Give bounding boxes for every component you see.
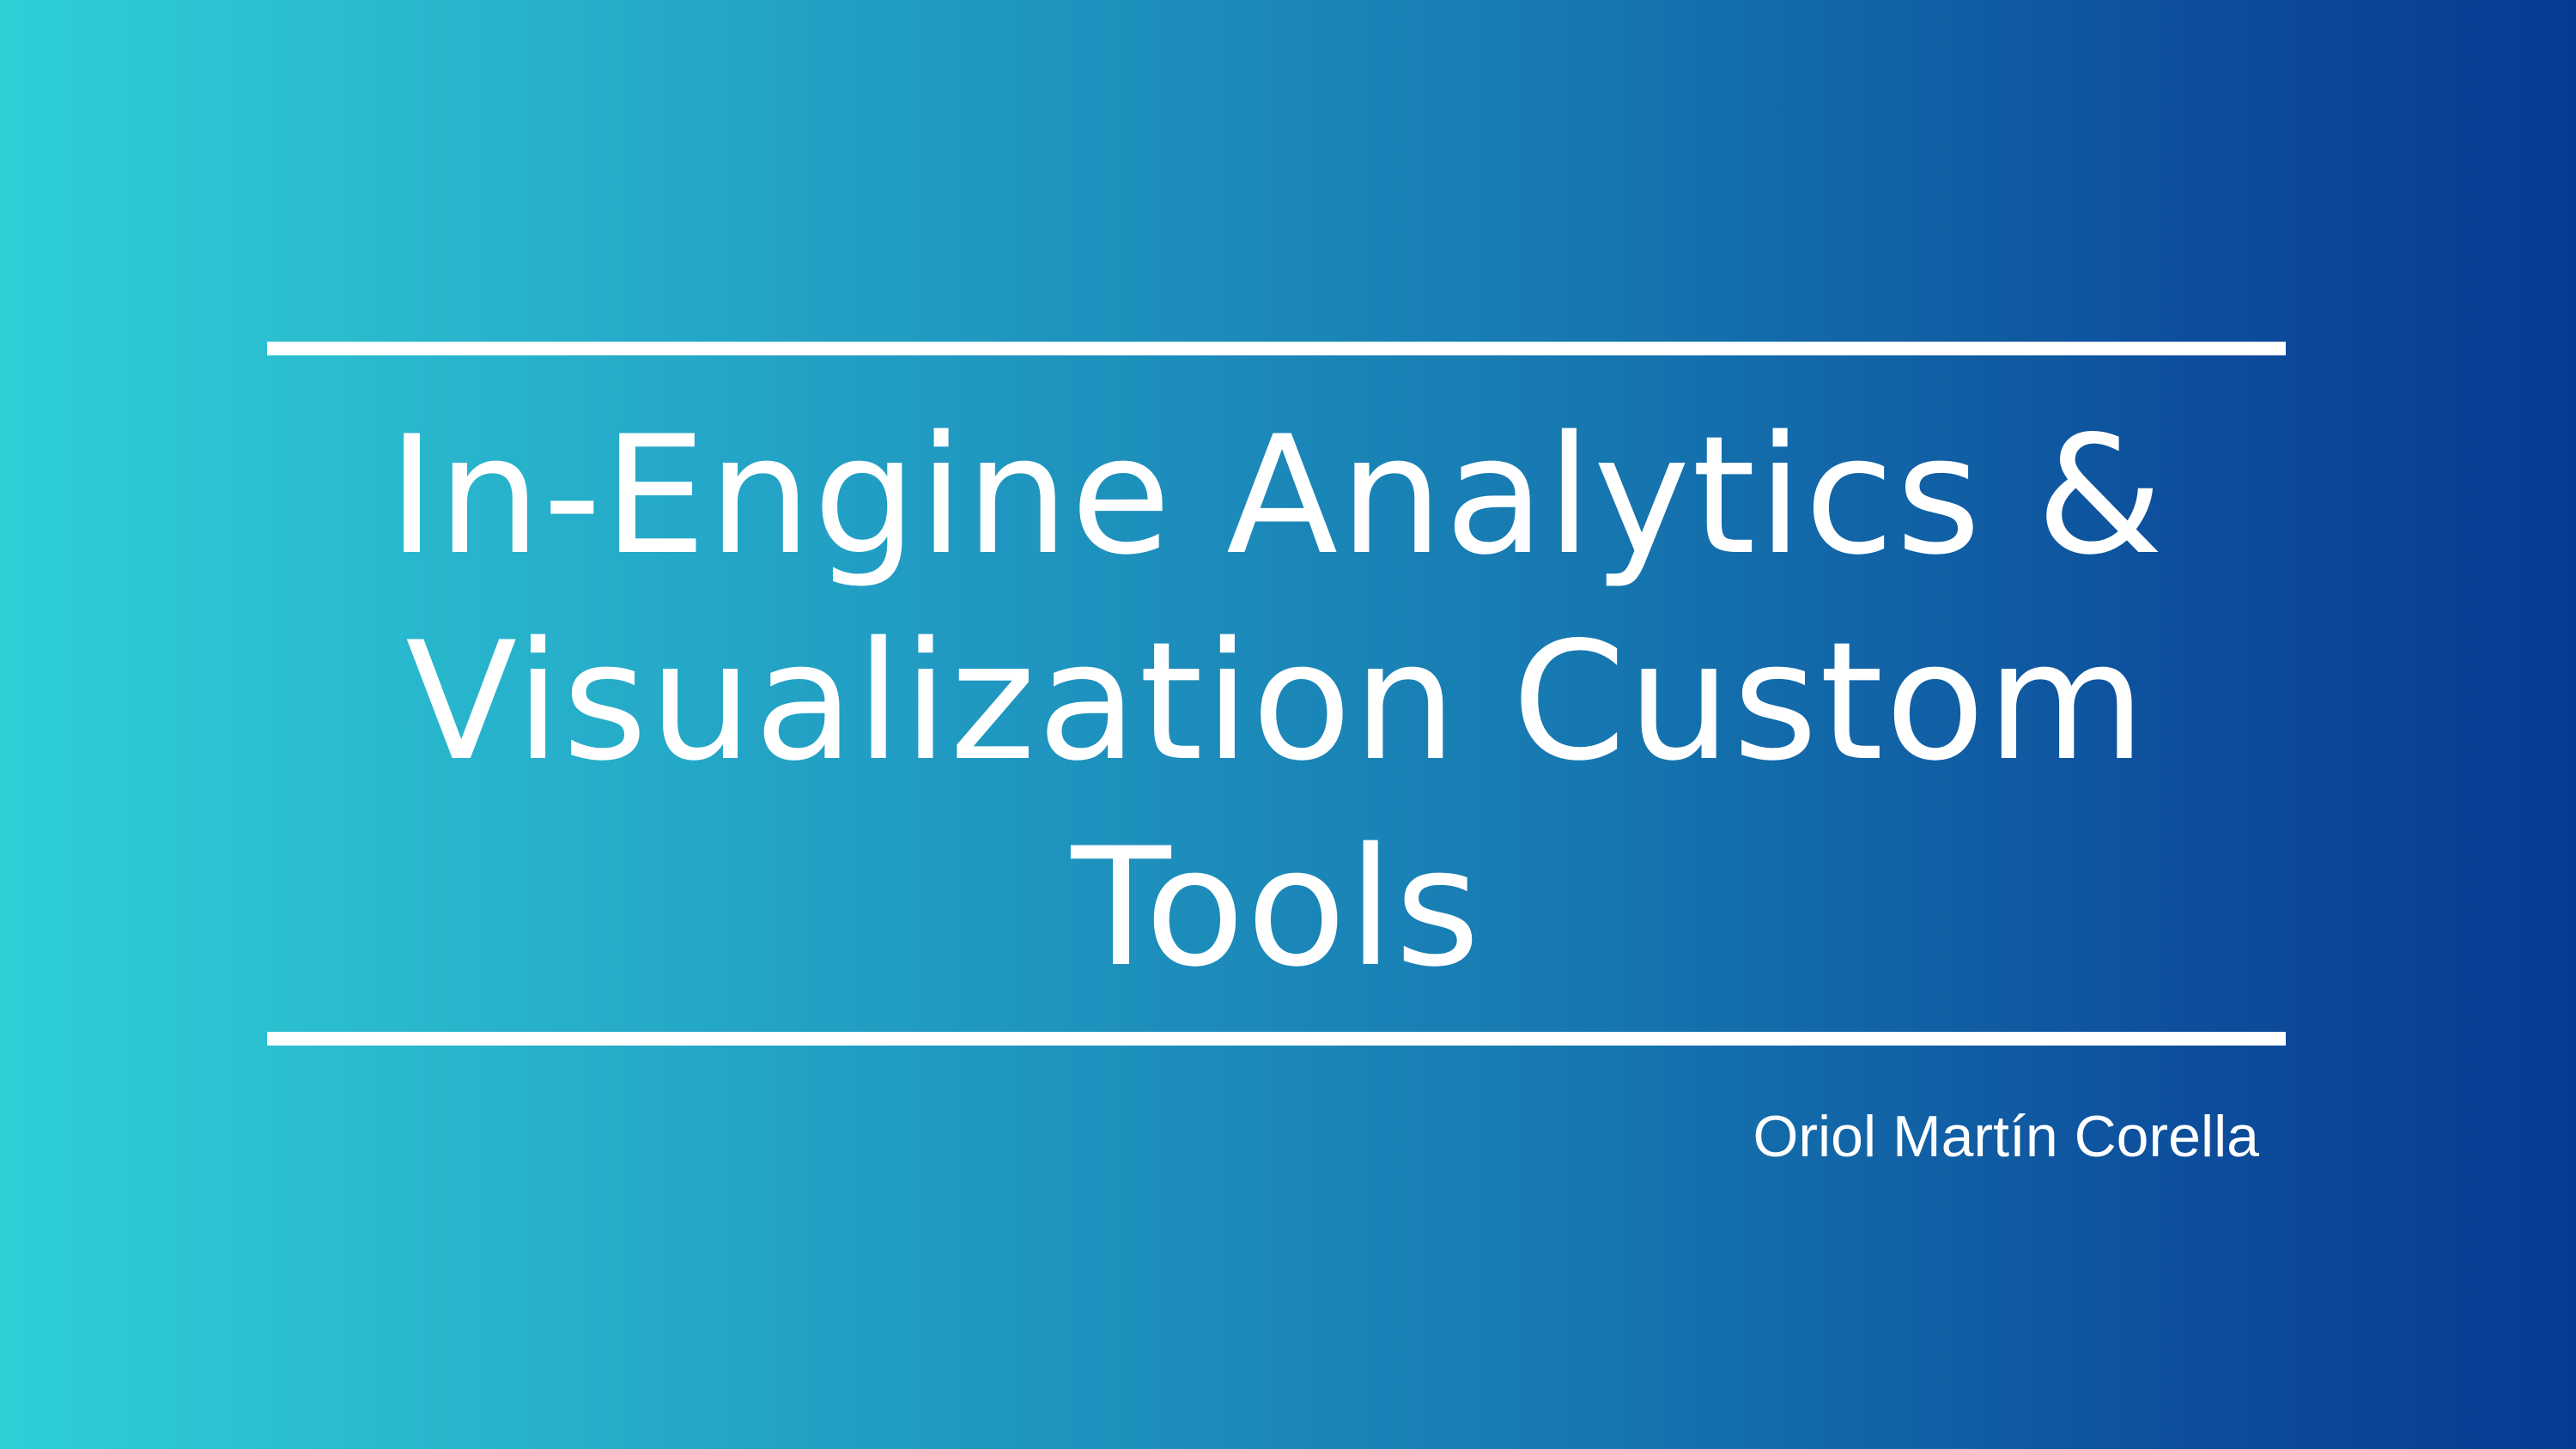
bottom-divider xyxy=(267,1032,2286,1046)
top-divider xyxy=(267,342,2286,355)
slide-title: In-Engine Analytics & Visualization Cust… xyxy=(267,393,2286,1003)
title-slide: In-Engine Analytics & Visualization Cust… xyxy=(0,0,2576,1449)
title-line-1: In-Engine Analytics & xyxy=(387,401,2166,591)
author-name: Oriol Martín Corella xyxy=(1753,1104,2260,1169)
title-line-2: Visualization Custom xyxy=(405,607,2148,797)
title-line-3: Tools xyxy=(1071,813,1482,1003)
